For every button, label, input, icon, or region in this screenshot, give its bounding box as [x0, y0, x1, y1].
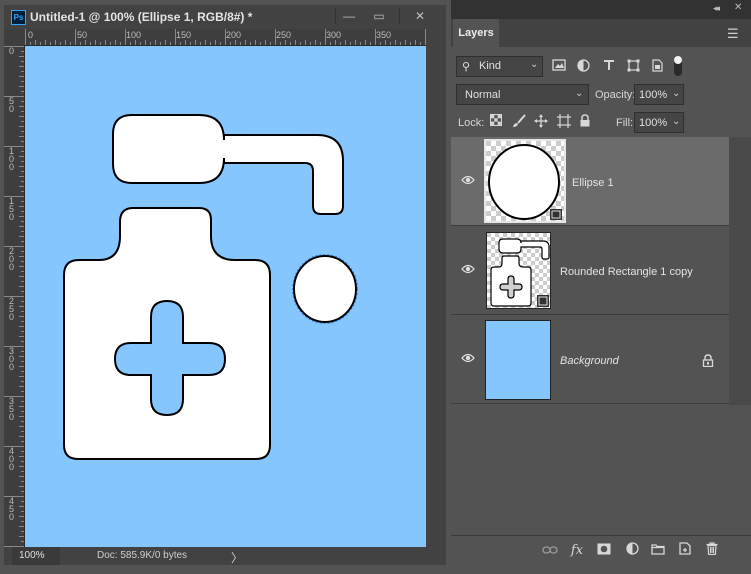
link-icon[interactable] [540, 542, 560, 560]
ruler-label: 250 [276, 30, 292, 40]
filter-smart-objects-icon[interactable] [649, 59, 665, 75]
blend-mode-value: Normal [465, 89, 501, 101]
document-titlebar[interactable]: Ps Untitled-1 @ 100% (Ellipse 1, RGB/8#)… [4, 5, 446, 29]
layer-row-ellipse-1[interactable]: Ellipse 1 [451, 137, 729, 226]
ruler-label: 300 [9, 346, 15, 372]
document-info: Doc: 585.9K/0 bytes [97, 550, 188, 561]
layers-list: Ellipse 1 Rounded Rectangle 1 copy Backg… [451, 137, 729, 405]
ruler-label: 300 [326, 30, 342, 40]
document-window: Ps Untitled-1 @ 100% (Ellipse 1, RGB/8#)… [0, 0, 446, 573]
visibility-eye-icon[interactable] [461, 264, 475, 274]
layer-thumbnail[interactable] [485, 320, 551, 400]
ruler-label: 350 [376, 30, 392, 40]
filter-kind-label: Kind [479, 60, 502, 72]
blend-mode-select[interactable]: Normal ⌄ [456, 84, 589, 105]
layer-row-background[interactable]: Background [451, 315, 729, 404]
filter-pixel-layers-icon[interactable] [551, 59, 567, 75]
filter-toggle-knob [674, 56, 682, 64]
restore-button[interactable]: ▭ [366, 8, 392, 24]
fill-input[interactable]: 100% ⌄ [634, 112, 684, 133]
vertical-scrollbar[interactable] [426, 29, 446, 547]
trash-icon[interactable] [702, 542, 722, 560]
visibility-eye-icon[interactable] [461, 353, 475, 363]
opacity-value: 100% [639, 89, 668, 101]
horizontal-ruler[interactable]: 0 50 100 150 200 250 300 350 [4, 29, 426, 46]
ruler-label: 350 [9, 396, 15, 422]
lock-all-icon[interactable] [577, 114, 593, 130]
ruler-label: 0 [9, 46, 15, 56]
new-layer-icon[interactable] [675, 542, 695, 560]
ruler-label: 100 [126, 30, 142, 40]
close-panel-icon[interactable]: ✕ [734, 2, 742, 13]
chevron-down-icon[interactable]: ⌄ [672, 88, 680, 99]
layer-name[interactable]: Ellipse 1 [572, 177, 614, 189]
chevron-down-icon: ⌄ [530, 59, 539, 70]
ruler-label: 100 [9, 146, 15, 172]
lock-artboard-icon[interactable] [556, 114, 572, 130]
ruler-label: 150 [176, 30, 192, 40]
fill-label: Fill: [616, 117, 634, 129]
filter-shape-layers-icon[interactable] [625, 59, 641, 75]
visibility-eye-icon[interactable] [461, 175, 475, 185]
ruler-label: 400 [9, 446, 15, 472]
status-bar: 100% Doc: 585.9K/0 bytes 〉 [4, 547, 446, 565]
ruler-label: 200 [9, 246, 15, 272]
chevron-down-icon: ⌄ [575, 88, 584, 99]
layer-thumbnail[interactable] [486, 232, 551, 309]
fill-value: 100% [639, 117, 668, 129]
photoshop-icon: Ps [11, 10, 26, 25]
lock-position-icon[interactable] [533, 114, 549, 130]
filter-type-layers-icon[interactable] [601, 59, 617, 75]
layer-row-rounded-rectangle-1-copy[interactable]: Rounded Rectangle 1 copy [451, 226, 729, 315]
ruler-label: 200 [226, 30, 242, 40]
lock-transparent-pixels-icon[interactable] [488, 114, 504, 130]
minimize-button[interactable]: — [336, 8, 362, 24]
layers-panel-footer: fx [451, 535, 751, 574]
lock-image-pixels-icon[interactable] [511, 114, 527, 130]
ruler-label: 50 [9, 96, 15, 114]
tab-layers[interactable]: Layers [453, 19, 499, 47]
layer-thumbnail[interactable] [484, 139, 566, 223]
folder-icon[interactable] [648, 542, 668, 560]
opacity-input[interactable]: 100% ⌄ [634, 84, 684, 105]
ruler-label: 250 [9, 296, 15, 322]
panel-tabbar: Layers ☰ [451, 19, 751, 47]
mask-icon[interactable] [594, 542, 614, 560]
chevron-down-icon[interactable]: ⌄ [672, 116, 680, 127]
opacity-label: Opacity: [595, 89, 636, 101]
canvas[interactable] [25, 46, 426, 547]
search-icon: ⚲ [462, 61, 471, 73]
ruler-label: 0 [28, 30, 34, 40]
lock-label: Lock: [458, 117, 485, 129]
ruler-label: 450 [9, 496, 15, 522]
adjustment-icon[interactable] [622, 542, 642, 560]
collapse-panel-icon[interactable]: ◂◂ [713, 3, 720, 14]
vertical-ruler[interactable]: 0 50 100 150 200 250 300 350 400 450 [4, 45, 25, 547]
filter-kind-select[interactable]: ⚲ Kind ⌄ [456, 56, 543, 77]
zoom-level[interactable]: 100% [19, 550, 45, 561]
panel-topbar: ◂◂ ✕ [451, 0, 751, 19]
layer-lock-icon[interactable] [702, 354, 714, 368]
document-title: Untitled-1 @ 100% (Ellipse 1, RGB/8#) * [30, 10, 253, 24]
status-menu-arrow-icon[interactable]: 〉 [231, 549, 243, 566]
filter-adjustment-layers-icon[interactable] [575, 59, 591, 75]
ruler-label: 150 [9, 196, 15, 222]
separator [399, 8, 400, 24]
layer-name[interactable]: Background [560, 355, 619, 367]
panel-menu-icon[interactable]: ☰ [727, 26, 739, 42]
layer-name[interactable]: Rounded Rectangle 1 copy [560, 266, 693, 278]
layers-panel: ◂◂ ✕ Layers ☰ ⚲ Kind ⌄ Normal ⌄ Opacity:… [451, 0, 751, 574]
ruler-label: 50 [77, 30, 88, 40]
close-button[interactable]: ✕ [407, 8, 433, 24]
layers-scrollbar[interactable] [729, 137, 751, 405]
ellipse-shape[interactable] [293, 255, 357, 323]
fx-icon[interactable]: fx [567, 542, 587, 560]
